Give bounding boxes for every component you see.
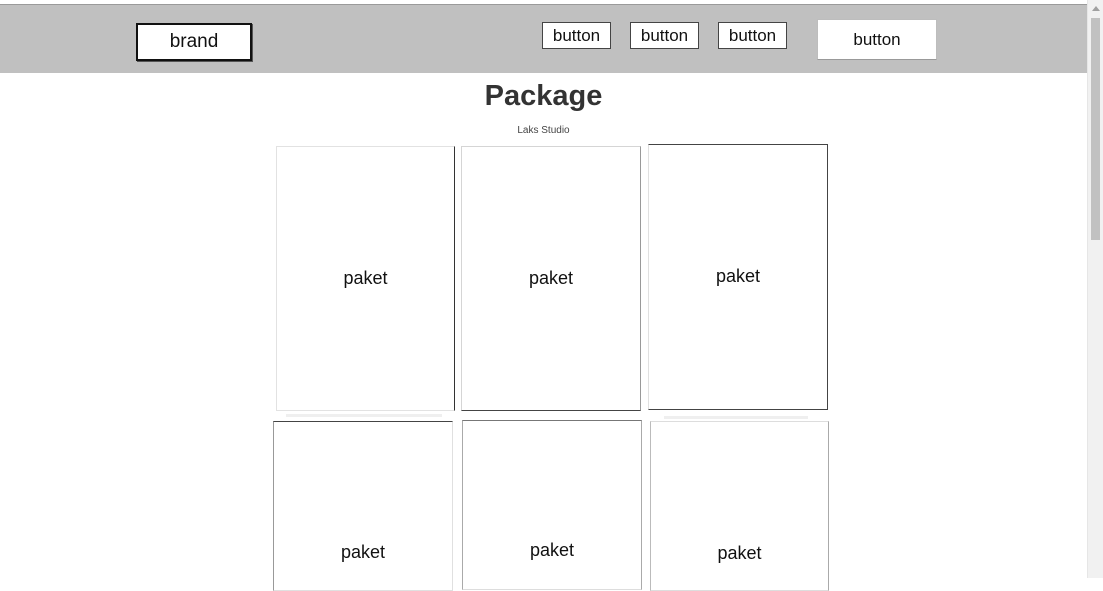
nav-button-2[interactable]: button bbox=[630, 22, 699, 49]
nav-button-4[interactable]: button bbox=[817, 19, 937, 60]
package-card-label: paket bbox=[717, 543, 762, 563]
package-card-6[interactable]: paket bbox=[650, 421, 829, 591]
package-card-4[interactable]: paket bbox=[273, 421, 453, 591]
package-card-1[interactable]: paket bbox=[276, 146, 455, 411]
scrollbar-thumb[interactable] bbox=[1091, 18, 1100, 240]
nav-button-1[interactable]: button bbox=[542, 22, 611, 49]
card-shadow bbox=[286, 414, 442, 417]
package-card-label: paket bbox=[529, 540, 575, 560]
package-card-2[interactable]: paket bbox=[461, 146, 641, 411]
package-card-3[interactable]: paket bbox=[648, 144, 828, 410]
card-shadow bbox=[664, 416, 808, 419]
package-card-label: paket bbox=[528, 268, 574, 288]
package-card-label: paket bbox=[343, 268, 388, 288]
package-card-label: paket bbox=[715, 266, 761, 286]
brand-button[interactable]: brand bbox=[136, 23, 252, 61]
page-title: Package bbox=[484, 80, 603, 112]
package-card-5[interactable]: paket bbox=[462, 420, 642, 590]
page-subtitle: Laks Studio bbox=[517, 125, 570, 136]
scroll-up-arrow-icon[interactable] bbox=[1092, 6, 1100, 11]
nav-button-3[interactable]: button bbox=[718, 22, 787, 49]
package-card-label: paket bbox=[340, 542, 386, 562]
navbar: brand button button button button bbox=[0, 4, 1087, 73]
vertical-scrollbar[interactable] bbox=[1087, 0, 1103, 578]
